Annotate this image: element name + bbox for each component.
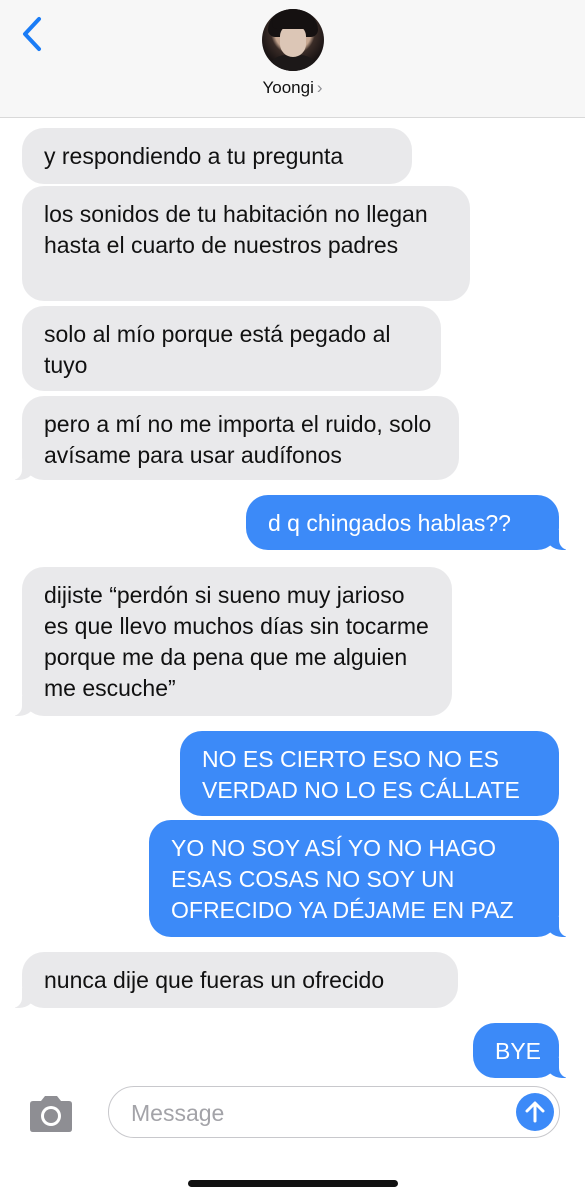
camera-icon	[30, 1096, 72, 1132]
message-bubble-received[interactable]: y respondiendo a tu pregunta	[22, 128, 412, 184]
chevron-left-icon	[23, 17, 41, 51]
message-text: los sonidos de tu habitación no llegan h…	[44, 201, 428, 258]
contact-name-button[interactable]: Yoongi ›	[0, 78, 585, 98]
message-bubble-received[interactable]: nunca dije que fueras un ofrecido	[9, 952, 458, 1008]
home-indicator[interactable]	[188, 1180, 398, 1187]
imessage-screen: Yoongi › y respondiendo a tu pregunta los…	[0, 0, 585, 1200]
message-bubble-sent[interactable]: d q chingados hablas??	[246, 495, 572, 550]
message-text: BYE	[495, 1038, 542, 1064]
message-bubble-received[interactable]: pero a mí no me importa el ruido, solo a…	[9, 396, 459, 480]
message-bubble-received[interactable]: dijiste “perdón si sueno muy jarioso es …	[9, 567, 452, 716]
camera-button[interactable]	[26, 1094, 76, 1134]
back-button[interactable]	[14, 14, 50, 54]
message-bubble-received[interactable]: los sonidos de tu habitación no llegan h…	[22, 186, 470, 301]
message-bubble-sent[interactable]: NO ES CIERTO ESO NO ES VERDAD NO LO ES C…	[180, 731, 559, 816]
send-button[interactable]	[516, 1093, 554, 1131]
avatar[interactable]	[262, 9, 324, 71]
message-text: dijiste “perdón si sueno muy jarioso es …	[44, 582, 429, 701]
message-text: YO NO SOY ASÍ YO NO HAGO ESAS COSAS NO S…	[171, 835, 514, 923]
message-bubble-sent[interactable]: BYE	[473, 1023, 572, 1078]
message-text: solo al mío porque está pegado al tuyo	[44, 321, 391, 378]
message-bubble-sent[interactable]: YO NO SOY ASÍ YO NO HAGO ESAS COSAS NO S…	[149, 820, 572, 937]
message-text: nunca dije que fueras un ofrecido	[44, 967, 385, 993]
conversation-header: Yoongi ›	[0, 0, 585, 118]
message-input-container[interactable]	[108, 1086, 560, 1138]
message-text: d q chingados hablas??	[268, 510, 511, 536]
contact-name: Yoongi	[262, 78, 314, 97]
arrow-up-icon	[525, 1101, 545, 1123]
message-text: pero a mí no me importa el ruido, solo a…	[44, 411, 432, 468]
message-text: NO ES CIERTO ESO NO ES VERDAD NO LO ES C…	[202, 746, 520, 803]
chevron-right-icon: ›	[316, 78, 323, 97]
message-input[interactable]	[129, 1095, 513, 1131]
message-text: y respondiendo a tu pregunta	[44, 143, 344, 169]
message-bubble-received[interactable]: solo al mío porque está pegado al tuyo	[22, 306, 441, 391]
